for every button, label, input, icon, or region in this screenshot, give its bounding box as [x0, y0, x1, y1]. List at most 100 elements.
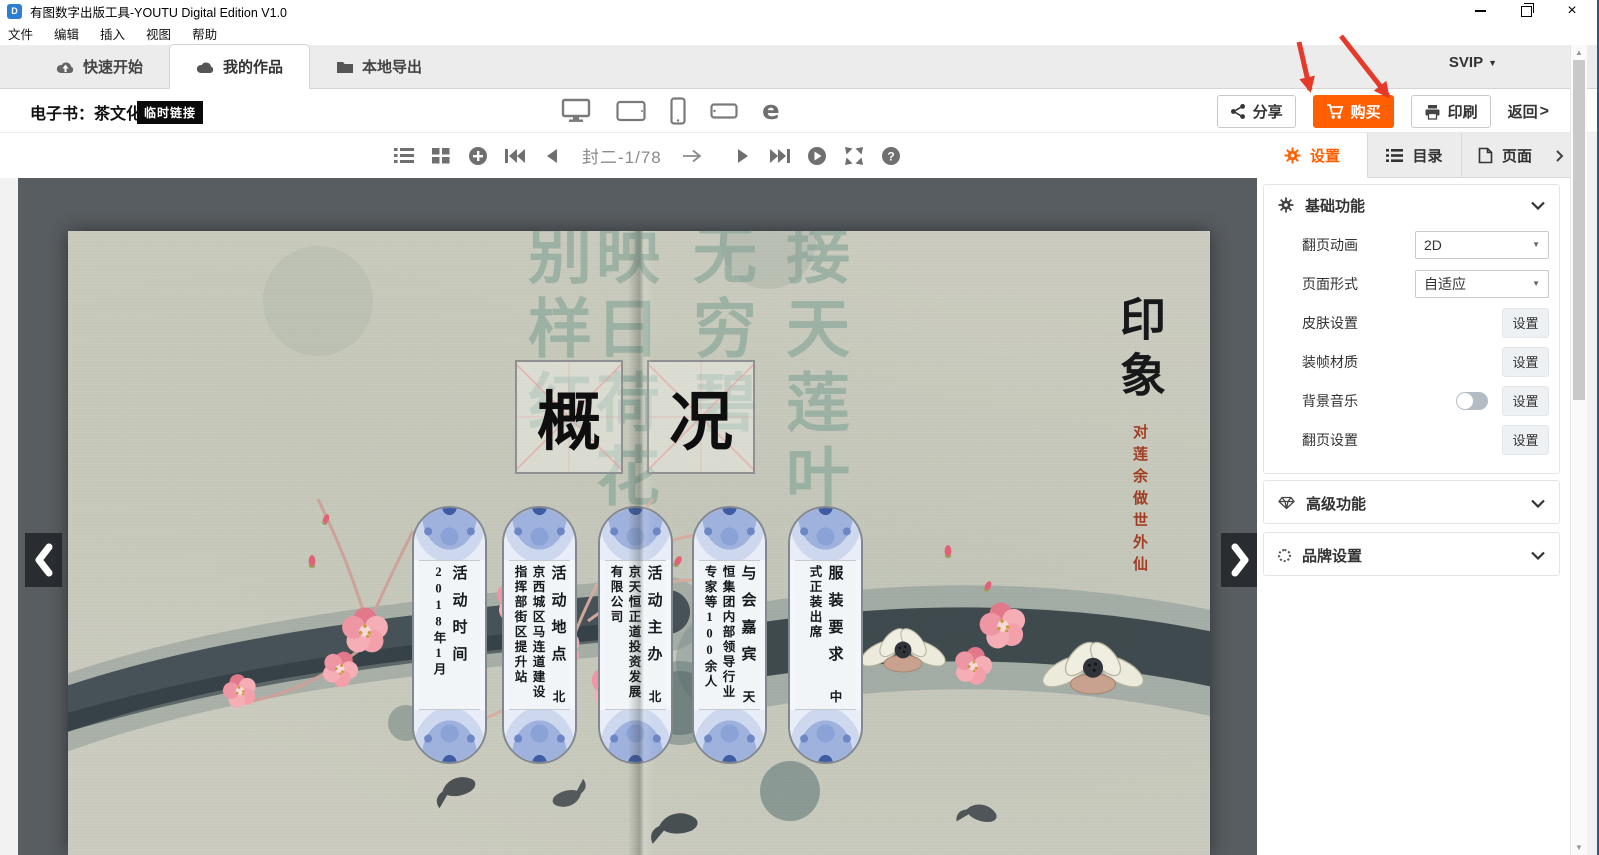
first-page-icon[interactable]: [504, 144, 526, 168]
info-scroll-time: 活动时间 2018年1月: [412, 506, 487, 764]
book-title: 电子书：茶文化: [30, 100, 142, 124]
menu-bar: 文件 编辑 插入 视图 帮助: [0, 22, 1597, 45]
chevron-down-icon: ▼: [1488, 58, 1497, 68]
last-page-icon[interactable]: [769, 144, 791, 168]
phone-landscape-preview-icon[interactable]: [710, 103, 738, 119]
scroll-down-icon[interactable]: ▼: [1571, 843, 1587, 852]
print-label: 印刷: [1448, 101, 1478, 122]
book-page[interactable]: 接天莲叶 无穷碧 映日荷花 别样红: [68, 231, 1210, 855]
setting-row-page-form: 页面形式 自适应 ▼: [1264, 264, 1559, 303]
scroll-ornament: [504, 710, 575, 762]
tab-quick-start[interactable]: 快速开始: [30, 45, 169, 88]
tab-my-works[interactable]: 我的作品: [169, 44, 310, 89]
tab-local-export[interactable]: 本地导出: [310, 45, 448, 88]
app-icon: D: [7, 4, 22, 19]
back-button[interactable]: 返回>: [1508, 101, 1549, 122]
setting-row-flip-settings: 翻页设置 设置: [1264, 420, 1559, 459]
cloud-icon: [196, 59, 215, 75]
book-toolbar: 电子书：茶文化 临时链接 e 分享 购买 印刷 返回>: [0, 89, 1597, 133]
thumbnail-list-icon[interactable]: [393, 144, 415, 168]
chevron-left-icon: [31, 542, 57, 578]
seal-title: 印象: [1114, 295, 1165, 407]
temp-link-badge[interactable]: 临时链接: [137, 101, 203, 124]
chevron-right-icon: [1227, 542, 1253, 578]
setting-row-flip-animation: 翻页动画 2D ▼: [1264, 225, 1559, 264]
menu-file[interactable]: 文件: [8, 24, 33, 43]
section-title: 高级功能: [1306, 493, 1520, 514]
sidebar-tab-settings[interactable]: 设置: [1257, 133, 1368, 178]
scroll-ornament: [504, 508, 575, 560]
goto-page-icon[interactable]: [681, 144, 703, 168]
flip-settings-button[interactable]: 设置: [1502, 425, 1549, 455]
page-form-select[interactable]: 自适应 ▼: [1415, 270, 1549, 298]
page-number-label: 封二-1/78: [582, 143, 662, 168]
scroll-ornament: [790, 710, 861, 762]
next-page-icon[interactable]: [732, 144, 754, 168]
scrollbar-thumb[interactable]: [1573, 60, 1585, 400]
settings-sidebar: 设置 目录 页面 基础功能 翻页动画: [1257, 133, 1570, 855]
brand-settings-card: 品牌设置: [1263, 532, 1560, 576]
previous-page-icon[interactable]: [541, 144, 563, 168]
main-tab-bar: 快速开始 我的作品 本地导出: [0, 45, 1597, 89]
thumbnail-grid-icon[interactable]: [430, 144, 452, 168]
next-spread-button[interactable]: [1221, 533, 1257, 587]
menu-insert[interactable]: 插入: [100, 24, 125, 43]
add-page-icon[interactable]: [467, 144, 489, 168]
menu-view[interactable]: 视图: [146, 24, 171, 43]
svip-label: SVIP: [1449, 54, 1483, 71]
cloud-upload-icon: [56, 59, 75, 75]
binding-material-button[interactable]: 设置: [1502, 347, 1549, 377]
setting-label: 翻页动画: [1302, 235, 1415, 255]
scroll-title: 活动时间: [451, 565, 467, 673]
restore-button[interactable]: [1503, 0, 1549, 22]
sidebar-tab-label: 设置: [1310, 145, 1340, 166]
chevron-down-icon: [1531, 499, 1545, 508]
setting-row-skin: 皮肤设置 设置: [1264, 303, 1559, 342]
page-fold: [628, 231, 654, 855]
sidebar-tab-pages[interactable]: 页面: [1462, 133, 1548, 178]
background-music-toggle[interactable]: [1456, 392, 1488, 410]
buy-button[interactable]: 购买: [1313, 95, 1394, 128]
list-icon: [1386, 148, 1403, 163]
fullscreen-icon[interactable]: [843, 144, 865, 168]
skin-settings-button[interactable]: 设置: [1502, 308, 1549, 338]
tab-label: 快速开始: [83, 56, 143, 77]
browser-e-icon[interactable]: e: [762, 98, 780, 124]
info-scroll-guests: 与会嘉宾 天恒集团内部领导行业专家等100余人: [692, 506, 767, 764]
svip-menu[interactable]: SVIP ▼: [1449, 54, 1497, 71]
sidebar-tab-label: 页面: [1502, 145, 1532, 166]
printer-icon: [1424, 104, 1441, 120]
menu-edit[interactable]: 编辑: [54, 24, 79, 43]
basic-functions-header[interactable]: 基础功能: [1264, 185, 1559, 225]
share-button[interactable]: 分享: [1217, 95, 1296, 128]
phone-preview-icon[interactable]: [670, 97, 686, 125]
setting-label: 页面形式: [1302, 274, 1415, 294]
minimize-button[interactable]: [1457, 0, 1503, 22]
desktop-preview-icon[interactable]: [560, 98, 592, 124]
background-music-button[interactable]: 设置: [1502, 386, 1549, 416]
gear-icon: [1284, 147, 1301, 164]
sidebar-expand-button[interactable]: [1548, 133, 1570, 178]
scroll-title: 与会嘉宾: [740, 565, 756, 673]
help-icon[interactable]: ?: [880, 144, 902, 168]
previous-spread-button[interactable]: [25, 533, 62, 587]
scroll-ornament: [414, 710, 485, 762]
close-button[interactable]: ×: [1549, 0, 1595, 22]
brand-settings-header[interactable]: 品牌设置: [1264, 533, 1559, 577]
seal-calligraphy: 印象 对莲余做世外仙: [1110, 295, 1168, 625]
chapter-char: 概: [537, 371, 601, 463]
scroll-up-icon[interactable]: ▲: [1571, 48, 1587, 57]
print-button[interactable]: 印刷: [1411, 95, 1491, 128]
chevron-right-icon: >: [1540, 103, 1549, 121]
scroll-title: 服装要求: [827, 565, 843, 673]
back-label: 返回: [1508, 101, 1538, 122]
tablet-preview-icon[interactable]: [616, 100, 646, 122]
sidebar-tab-toc[interactable]: 目录: [1368, 133, 1462, 178]
scroll-ornament: [694, 710, 765, 762]
autoplay-icon[interactable]: [806, 144, 828, 168]
chapter-char: 况: [669, 371, 733, 463]
flip-animation-select[interactable]: 2D ▼: [1415, 231, 1549, 259]
menu-help[interactable]: 帮助: [192, 24, 217, 43]
advanced-functions-header[interactable]: 高级功能: [1264, 481, 1559, 525]
window-scrollbar[interactable]: ▲ ▼: [1570, 45, 1587, 855]
